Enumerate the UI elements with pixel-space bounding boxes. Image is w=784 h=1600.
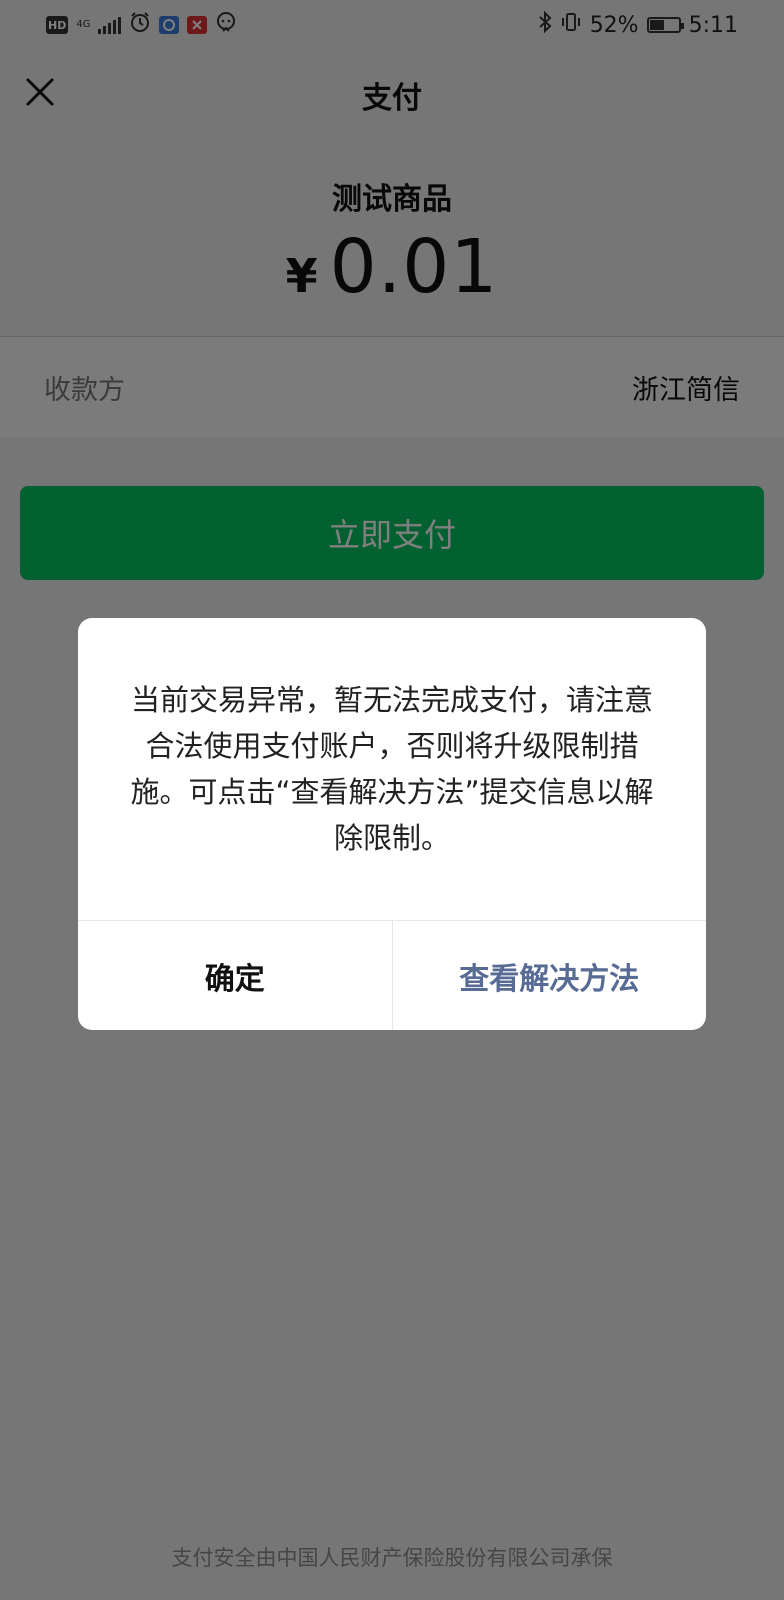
dialog-actions: 确定 查看解决方法 [78,920,706,1030]
alert-dialog: 当前交易异常，暂无法完成支付，请注意合法使用支付账户，否则将升级限制措施。可点击… [78,618,706,1030]
dialog-message: 当前交易异常，暂无法完成支付，请注意合法使用支付账户，否则将升级限制措施。可点击… [130,683,654,855]
payment-screen: HD 4G 52% [0,0,784,1600]
confirm-button[interactable]: 确定 [78,921,393,1030]
view-solution-button[interactable]: 查看解决方法 [393,921,707,1030]
